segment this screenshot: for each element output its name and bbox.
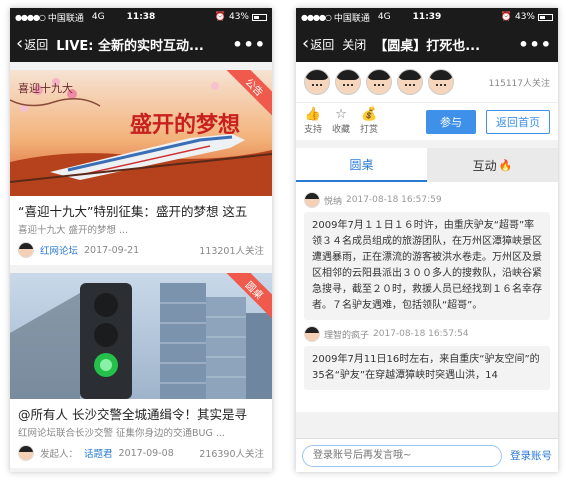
alarm-icon: ⏰ <box>500 12 512 22</box>
post-author[interactable]: 红网论坛 <box>40 243 78 257</box>
status-bar: ●●●●○ 中国联通 4G 11:38 ⏰ 43% <box>10 8 272 26</box>
post-title: “喜迎十九大”特别征集：盛开的梦想 这五 <box>18 204 248 219</box>
chevron-left-icon: ‹ <box>16 33 24 54</box>
battery-percent: 43% <box>228 12 249 22</box>
right-phone-screen: ●●●●○ 中国联通 4G 11:39 ⏰ 43% ‹ 返回 关闭 【圆桌】打死… <box>296 8 558 472</box>
participant-avatar[interactable] <box>366 69 392 95</box>
star-icon: ☆ <box>335 107 347 122</box>
traffic-light-photo <box>10 273 272 399</box>
nav-bar: ‹ 返回 LIVE: 全新的实时互动... ••• <box>10 26 272 62</box>
nav-bar: ‹ 返回 关闭 【圆桌】打死也... ••• <box>296 26 558 62</box>
message-user[interactable]: 理智的疯子 <box>324 328 369 341</box>
tip-label: 打赏 <box>360 125 379 135</box>
back-button[interactable]: ‹ 返回 <box>302 35 334 53</box>
banner-caption: 喜迎十九大 <box>18 81 73 95</box>
network-label: 4G <box>377 12 391 22</box>
join-button[interactable]: 参与 <box>426 109 476 134</box>
participant-avatar[interactable] <box>428 69 454 95</box>
carrier-label: 中国联通 <box>333 13 370 24</box>
message-feed[interactable]: 悦纳 2017-08-18 16:57:59 2009年7月１１日１６时许，由重… <box>296 182 558 412</box>
post-follow-count: 216390人关注 <box>199 449 264 460</box>
support-button[interactable]: 👍 支持 <box>304 107 323 136</box>
support-label: 支持 <box>304 125 323 135</box>
network-label: 4G <box>91 12 105 22</box>
banner-headline: 盛开的梦想 <box>130 112 240 138</box>
tab-roundtable-label: 圆桌 <box>349 157 374 172</box>
signal-icon: ●●●●○ <box>301 12 332 22</box>
battery-icon <box>538 13 553 21</box>
tab-roundtable[interactable]: 圆桌 <box>296 148 427 182</box>
participant-avatar[interactable] <box>335 69 361 95</box>
favorite-label: 收藏 <box>332 125 351 135</box>
back-label: 返回 <box>310 37 335 52</box>
post-meta: 红网论坛 2017-09-21 113201人关注 <box>10 236 272 265</box>
tab-interact[interactable]: 互动 🔥 <box>427 148 558 182</box>
battery-percent: 43% <box>514 12 535 22</box>
carrier-label: 中国联通 <box>47 13 84 24</box>
back-button[interactable]: ‹ 返回 <box>16 35 48 53</box>
more-menu-button[interactable]: ••• <box>518 35 552 54</box>
comment-bar: 登录账号 <box>296 438 558 472</box>
signal-icon: ●●●●○ <box>15 12 46 22</box>
post-banner-image: 圆桌 <box>10 273 272 399</box>
message-header: 理智的疯子 2017-08-18 16:57:54 <box>304 326 550 342</box>
message-body: 2009年7月１１日１６时许，由重庆驴友“超哥”率领３４名成员组成的旅游团队，在… <box>304 212 550 320</box>
tip-button[interactable]: 💰 打赏 <box>360 107 379 136</box>
post-date: 2017-09-21 <box>84 244 140 256</box>
action-bar: 👍 支持 ☆ 收藏 💰 打赏 参与 返回首页 <box>296 102 558 140</box>
post-author[interactable]: 话题君 <box>84 446 113 460</box>
money-bag-icon: 💰 <box>360 107 378 122</box>
follow-count: 115117人关注 <box>488 78 550 89</box>
battery-icon <box>252 13 267 21</box>
message-header: 悦纳 2017-08-18 16:57:59 <box>304 192 550 208</box>
participant-avatar[interactable] <box>397 69 423 95</box>
post-title: @所有人 长沙交警全城通缉令！其实是寻 <box>18 407 247 422</box>
post-subtitle: 红网论坛联合长沙交警 征集你身边的交通BUG ... <box>18 428 225 439</box>
favorite-button[interactable]: ☆ 收藏 <box>332 107 351 136</box>
author-avatar <box>18 242 34 258</box>
tab-bar: 圆桌 互动 🔥 <box>296 148 558 182</box>
message-time: 2017-08-18 16:57:54 <box>373 329 469 339</box>
status-bar: ●●●●○ 中国联通 4G 11:39 ⏰ 43% <box>296 8 558 26</box>
comment-input[interactable] <box>302 444 502 467</box>
post-follow-count: 113201人关注 <box>199 246 264 257</box>
page-title: 【圆桌】打死也... <box>374 38 481 54</box>
close-button[interactable]: 关闭 <box>342 36 366 53</box>
participant-avatar[interactable] <box>304 69 330 95</box>
login-link[interactable]: 登录账号 <box>510 448 552 463</box>
back-label: 返回 <box>24 37 49 52</box>
author-prefix: 发起人： <box>40 449 79 460</box>
post-banner-image: 喜迎十九大 盛开的梦想 公告 <box>10 70 272 196</box>
message-time: 2017-08-18 16:57:59 <box>346 195 442 205</box>
post-date: 2017-09-08 <box>118 447 174 459</box>
hot-icon: 🔥 <box>498 158 513 172</box>
thumbs-up-icon: 👍 <box>304 107 322 122</box>
post-card[interactable]: 喜迎十九大 盛开的梦想 公告 “喜迎十九大”特别征集：盛开的梦想 这五 喜迎十九… <box>10 70 272 265</box>
author-avatar <box>18 445 34 461</box>
more-menu-button[interactable]: ••• <box>232 35 266 54</box>
participant-avatars: 115117人关注 <box>296 62 558 102</box>
tab-interact-label: 互动 <box>472 158 497 173</box>
post-card[interactable]: 圆桌 @所有人 长沙交警全城通缉令！其实是寻 红网论坛联合长沙交警 征集你身边的… <box>10 273 272 468</box>
post-subtitle: 喜迎十九大 盛开的梦想 ... <box>18 225 129 236</box>
post-meta: 发起人： 话题君 2017-09-08 216390人关注 <box>10 439 272 468</box>
left-phone-screen: ●●●●○ 中国联通 4G 11:38 ⏰ 43% ‹ 返回 LIVE: 全新的… <box>10 8 272 472</box>
home-button[interactable]: 返回首页 <box>486 109 550 134</box>
chevron-left-icon: ‹ <box>302 33 310 54</box>
user-avatar[interactable] <box>304 192 320 208</box>
banner-artwork: 喜迎十九大 盛开的梦想 <box>10 70 272 196</box>
message-body: 2009年7月11日16时左右，来自重庆“驴友空间”的35名“驴友”在穿越潭獐峡… <box>304 346 550 390</box>
message-user[interactable]: 悦纳 <box>324 194 342 207</box>
user-avatar[interactable] <box>304 326 320 342</box>
page-title: LIVE: 全新的实时互动... <box>56 38 204 54</box>
alarm-icon: ⏰ <box>214 12 226 22</box>
